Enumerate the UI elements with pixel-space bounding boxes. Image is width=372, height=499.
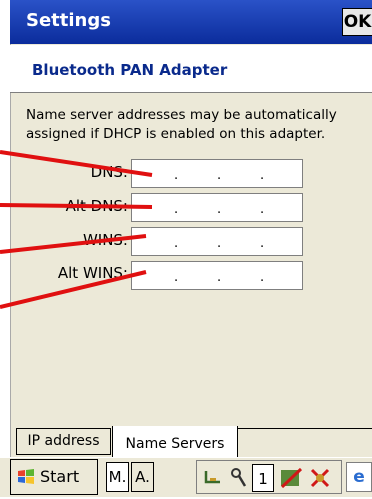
dns-input[interactable]: . . . <box>131 159 303 188</box>
input-method-icon[interactable]: e <box>346 462 372 492</box>
description-text: Name server addresses may be automatical… <box>26 107 337 142</box>
ip-separator: . <box>174 236 179 251</box>
ip-separator: . <box>174 202 179 217</box>
ip-separator: . <box>260 202 265 217</box>
tools-icon[interactable] <box>226 464 252 492</box>
ip-separator: . <box>260 270 265 285</box>
ip-separator: . <box>217 236 222 251</box>
ip-separator: . <box>174 270 179 285</box>
adapter-title: Bluetooth PAN Adapter <box>32 61 228 79</box>
wins-input[interactable]: . . . <box>131 227 303 256</box>
window-title: Settings <box>26 10 111 31</box>
taskbar-button-a[interactable]: A. <box>131 462 154 492</box>
ip-separator: . <box>174 168 179 183</box>
alt-dns-input[interactable]: . . . <box>131 193 303 222</box>
bluetooth-icon[interactable] <box>307 464 333 492</box>
alt-wins-label: Alt WINS: <box>57 264 128 282</box>
start-button[interactable]: Start <box>10 459 98 495</box>
ip-separator: . <box>217 168 222 183</box>
dns-label: DNS: <box>90 163 128 181</box>
alt-wins-input[interactable]: . . . <box>131 261 303 290</box>
title-bar: Settings OK <box>10 0 372 44</box>
taskbar-button-m[interactable]: M. <box>106 462 129 492</box>
wins-label: WINS: <box>82 231 128 249</box>
ip-separator: . <box>260 236 265 251</box>
windows-flag-icon <box>18 469 34 484</box>
ip-separator: . <box>217 270 222 285</box>
header-band: Bluetooth PAN Adapter <box>10 45 372 93</box>
ip-separator: . <box>217 202 222 217</box>
tab-name-servers[interactable]: Name Servers <box>112 426 238 458</box>
alt-dns-label: Alt DNS: <box>65 197 128 215</box>
network-icon[interactable] <box>200 464 226 492</box>
start-label: Start <box>40 467 80 486</box>
tab-divider <box>238 428 372 429</box>
ok-button[interactable]: OK <box>342 8 372 36</box>
pen-icon[interactable] <box>278 464 304 492</box>
left-margin <box>0 0 10 497</box>
one-icon[interactable]: 1 <box>252 464 274 492</box>
system-tray: 1 <box>196 460 342 494</box>
tab-ip-address[interactable]: IP address <box>16 428 111 455</box>
ip-separator: . <box>260 168 265 183</box>
